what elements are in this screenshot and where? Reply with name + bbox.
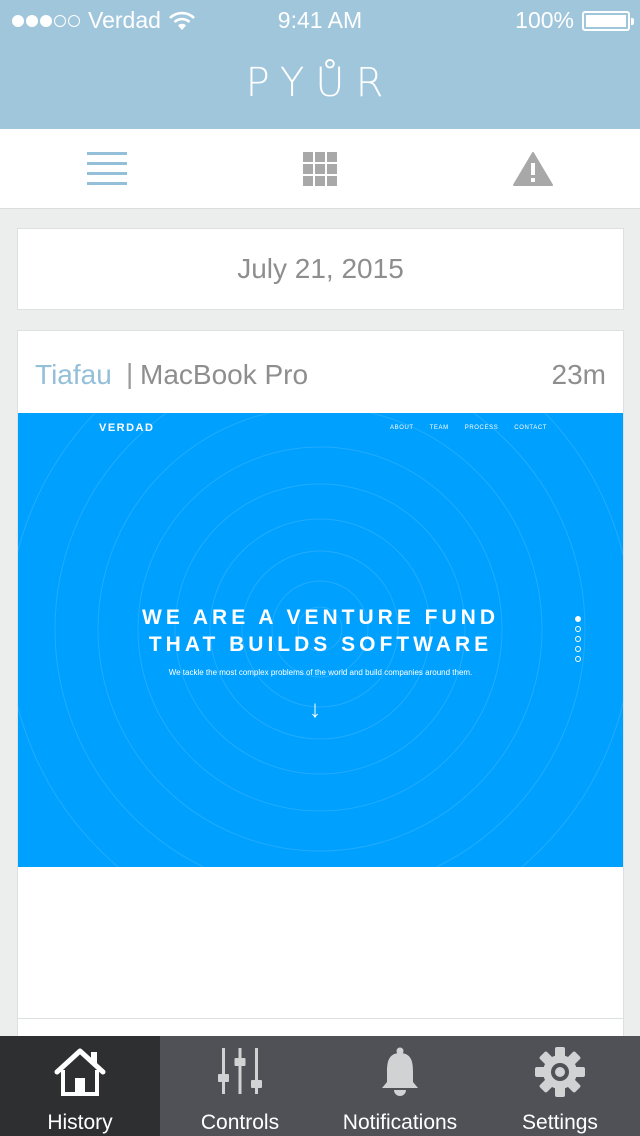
site-headline-line-2: THAT BUILDS SOFTWARE [148,633,493,656]
battery-percent: 100% [515,7,574,33]
entry-screenshot[interactable]: VERDAD ABOUT TEAM PROCESS CONTACT WE ARE… [18,413,623,867]
bell-icon [382,1047,418,1096]
status-bar: Verdad 9:41 AM 100% [0,0,640,40]
sliders-icon [218,1048,262,1094]
site-nav-about[interactable]: ABOUT [390,425,414,431]
history-date-header: July 21, 2015 [17,228,624,310]
alerts-view-button[interactable] [473,129,593,209]
tab-controls[interactable]: Controls [160,1036,320,1136]
gear-icon [535,1047,585,1097]
tab-controls-label: Controls [200,1111,280,1134]
pager-dot[interactable] [575,656,581,662]
status-right: 100% [515,7,634,34]
site-headline-line-1: WE ARE A VENTURE FUND [142,606,499,629]
bottom-tab-bar: History Controls Notifications Settings [0,1036,640,1136]
app-header: Verdad 9:41 AM 100% PYŮR [0,0,640,129]
entry-user-name[interactable]: Tiafau [35,359,112,391]
history-entry-card[interactable]: Tiafau | MacBook Pro 23m VERDAD ABOUT TE… [17,330,624,1020]
pager-dot[interactable] [575,646,581,652]
pager-dot[interactable] [575,636,581,642]
tab-notifications[interactable]: Notifications [320,1036,480,1136]
site-headline: WE ARE A VENTURE FUND THAT BUILDS SOFTWA… [18,604,623,658]
app-logo: PYŮR [245,60,395,106]
site-nav-process[interactable]: PROCESS [465,425,499,431]
entry-duration: 23m [551,359,606,390]
list-icon [87,152,127,185]
tab-settings[interactable]: Settings [480,1036,640,1136]
site-logo: VERDAD [99,422,155,434]
alert-icon [513,152,553,186]
tab-notifications-label: Notifications [342,1111,458,1134]
site-nav-team[interactable]: TEAM [430,425,449,431]
grid-view-button[interactable] [260,129,380,209]
site-nav: ABOUT TEAM PROCESS CONTACT [390,425,547,431]
site-tagline: We tackle the most complex problems of t… [168,668,473,677]
site-pager [575,616,583,666]
pager-dot[interactable] [575,626,581,632]
scroll-down-arrow-icon[interactable]: ↓ [309,696,321,724]
site-nav-contact[interactable]: CONTACT [514,425,547,431]
tab-history[interactable]: History [0,1036,160,1136]
entry-separator: | [126,358,134,389]
view-toolbar [0,129,640,209]
entry-device-name: MacBook Pro [140,359,309,390]
battery-icon [582,10,634,31]
tab-settings-label: Settings [522,1111,598,1134]
history-date: July 21, 2015 [237,253,404,284]
entry-header: Tiafau | MacBook Pro 23m [18,331,623,413]
tab-history-label: History [47,1111,113,1134]
grid-icon [303,152,337,186]
list-view-button[interactable] [47,129,167,209]
pager-dot[interactable] [575,616,581,622]
home-icon [54,1048,106,1096]
